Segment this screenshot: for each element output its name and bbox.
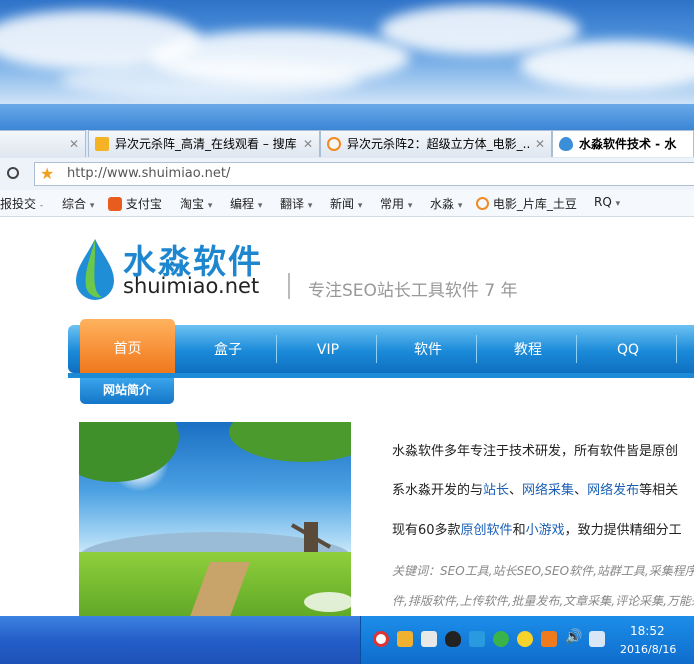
intro-line-2: 系水淼开发的与站长、网络采集、网络发布等相关: [392, 483, 679, 498]
tudou-icon: [327, 137, 341, 151]
fav-item[interactable]: 编程 ▾: [230, 195, 262, 212]
shield-icon[interactable]: [541, 631, 557, 647]
fav-item[interactable]: 电影_片库_土豆: [476, 195, 577, 212]
link-webmaster[interactable]: 站长: [483, 483, 509, 498]
intro-line-1: 水淼软件多年专注于技术研发，所有软件皆是原创: [392, 444, 679, 459]
tab-label: 异次元杀阵_高清_在线观看 – 搜库: [115, 137, 297, 151]
wangwang-icon[interactable]: [517, 631, 533, 647]
nav-separator: [376, 335, 377, 363]
browser-window: ✕ 异次元杀阵_高清_在线观看 – 搜库 ✕ 异次元杀阵2：超级立方体_电影_.…: [0, 104, 694, 616]
fav-item[interactable]: 常用 ▾: [380, 195, 412, 212]
tab-tudou[interactable]: 异次元杀阵2：超级立方体_电影_... ✕: [320, 130, 552, 157]
star-icon[interactable]: ★: [40, 164, 54, 183]
intro-line-3: 现有60多款原创软件和小游戏，致力提供精细分工: [392, 523, 682, 538]
alipay-icon: [108, 197, 122, 211]
logo-text-en: shuimiao.net: [123, 274, 260, 298]
tab-partial[interactable]: ✕: [0, 130, 86, 157]
record-icon[interactable]: [373, 631, 389, 647]
address-bar: ★ http://www.shuimiao.net/: [0, 158, 694, 191]
title-bar: [0, 104, 694, 130]
fav-item[interactable]: 报投交 -: [0, 195, 43, 212]
nav-item-home[interactable]: 首页: [80, 319, 175, 373]
fav-item[interactable]: 新闻 ▾: [330, 195, 362, 212]
nav-separator: [276, 335, 277, 363]
clock-date[interactable]: 2016/8/16: [620, 643, 676, 656]
history-icon[interactable]: [7, 167, 19, 179]
drop-icon: [559, 137, 573, 151]
fav-item[interactable]: 淘宝 ▾: [180, 195, 212, 212]
qq-icon[interactable]: [445, 631, 461, 647]
logo-drop-icon: [76, 239, 114, 300]
volume-icon[interactable]: 🔊: [565, 629, 582, 645]
nav-separator: [476, 335, 477, 363]
nav-item-box[interactable]: 盒子: [178, 325, 278, 373]
check-icon[interactable]: [493, 631, 509, 647]
tab-strip: ✕ 异次元杀阵_高清_在线观看 – 搜库 ✕ 异次元杀阵2：超级立方体_电影_.…: [0, 130, 694, 159]
link-mini-games[interactable]: 小游戏: [526, 523, 565, 538]
tudou-icon: [476, 197, 489, 210]
clock-time[interactable]: 18:52: [630, 624, 665, 638]
nav-item-software[interactable]: 软件: [378, 325, 478, 373]
nav-separator: [576, 335, 577, 363]
tab-shuimiao[interactable]: 水淼软件技术 - 水: [552, 130, 694, 157]
favorites-bar: 报投交 - 综合 ▾ 支付宝 淘宝 ▾ 编程 ▾ 翻译 ▾ 新闻 ▾ 常用 ▾ …: [0, 190, 694, 217]
url-text[interactable]: http://www.shuimiao.net/: [67, 166, 230, 181]
slogan: 专注SEO站长工具软件 7 年: [308, 281, 518, 301]
fav-item[interactable]: RQ ▾: [594, 195, 620, 209]
close-icon[interactable]: ✕: [69, 131, 79, 157]
fav-item[interactable]: 翻译 ▾: [280, 195, 312, 212]
intro-image: [79, 422, 351, 616]
close-icon[interactable]: ✕: [535, 131, 545, 157]
fav-item[interactable]: 综合 ▾: [62, 195, 94, 212]
url-field[interactable]: ★ http://www.shuimiao.net/: [34, 162, 694, 186]
nav-item-vip[interactable]: VIP: [278, 325, 378, 373]
fav-item[interactable]: 支付宝: [108, 195, 162, 212]
tray-app-icon[interactable]: [397, 631, 413, 647]
link-original-software[interactable]: 原创软件: [461, 523, 513, 538]
tab-soku[interactable]: 异次元杀阵_高清_在线观看 – 搜库 ✕: [88, 130, 320, 157]
soku-icon: [95, 137, 109, 151]
nav-item-qq[interactable]: QQ: [578, 325, 678, 373]
tab-label: 水淼软件技术 - 水: [579, 137, 677, 151]
tray-window-icon[interactable]: [421, 631, 437, 647]
link-web-publish[interactable]: 网络发布: [587, 483, 639, 498]
section-title: 网站简介: [80, 378, 174, 404]
nav-item-tutorial[interactable]: 教程: [478, 325, 578, 373]
keywords-line-1: 关键词：SEO工具,站长SEO,SEO软件,站群工具,采集程序,: [392, 564, 694, 578]
monitor-icon[interactable]: [469, 631, 485, 647]
nav-separator: [676, 335, 677, 363]
taskbar: 🔊 18:52 2016/8/16: [0, 616, 694, 664]
desktop-wallpaper: [0, 0, 694, 104]
close-icon[interactable]: ✕: [303, 131, 313, 157]
network-icon[interactable]: [589, 631, 605, 647]
header-divider: [288, 273, 290, 299]
keywords-line-2: 件,排版软件,上传软件,批量发布,文章采集,评论采集,万能采: [392, 594, 694, 608]
fav-item[interactable]: 水淼 ▾: [430, 195, 462, 212]
tab-label: 异次元杀阵2：超级立方体_电影_...: [347, 137, 531, 151]
web-page: 水淼软件 shuimiao.net 专注SEO站长工具软件 7 年 教程 盒子 …: [0, 217, 694, 616]
link-web-scraping[interactable]: 网络采集: [522, 483, 574, 498]
